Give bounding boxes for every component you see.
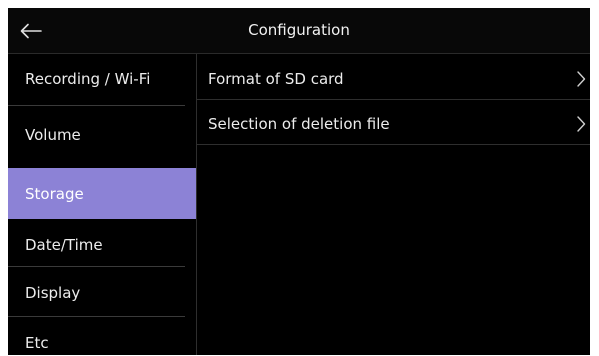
sidebar-item-display[interactable]: Display <box>8 268 196 318</box>
sidebar-item-label: Date/Time <box>25 236 103 254</box>
configuration-screen: Configuration Recording / Wi-Fi Volume S… <box>8 8 590 355</box>
sidebar-item-date-time[interactable]: Date/Time <box>8 220 196 270</box>
chevron-right-icon <box>577 71 586 87</box>
menu-item-label: Selection of deletion file <box>208 114 390 133</box>
header-bar: Configuration <box>8 8 590 54</box>
format-sd-card-item[interactable]: Format of SD card <box>197 58 590 100</box>
sidebar-item-label: Etc <box>25 334 49 352</box>
sidebar-item-volume[interactable]: Volume <box>8 110 196 160</box>
sidebar-item-recording-wifi[interactable]: Recording / Wi-Fi <box>8 54 196 104</box>
sidebar-item-label: Volume <box>25 126 81 144</box>
content-panel: Format of SD card Selection of deletion … <box>197 54 590 355</box>
sidebar-item-etc[interactable]: Etc <box>8 318 196 355</box>
selection-deletion-file-item[interactable]: Selection of deletion file <box>197 103 590 145</box>
back-button[interactable] <box>16 17 46 45</box>
sidebar: Recording / Wi-Fi Volume Storage Date/Ti… <box>8 54 197 355</box>
divider <box>8 266 185 267</box>
sidebar-item-label: Recording / Wi-Fi <box>25 70 151 88</box>
chevron-right-icon <box>577 116 586 132</box>
menu-item-label: Format of SD card <box>208 69 344 88</box>
sidebar-item-label: Storage <box>25 184 84 203</box>
divider <box>8 105 185 106</box>
divider <box>8 316 185 317</box>
sidebar-item-storage[interactable]: Storage <box>8 168 196 219</box>
sidebar-item-label: Display <box>25 284 81 302</box>
arrow-left-icon <box>20 23 42 39</box>
page-title: Configuration <box>248 21 350 39</box>
